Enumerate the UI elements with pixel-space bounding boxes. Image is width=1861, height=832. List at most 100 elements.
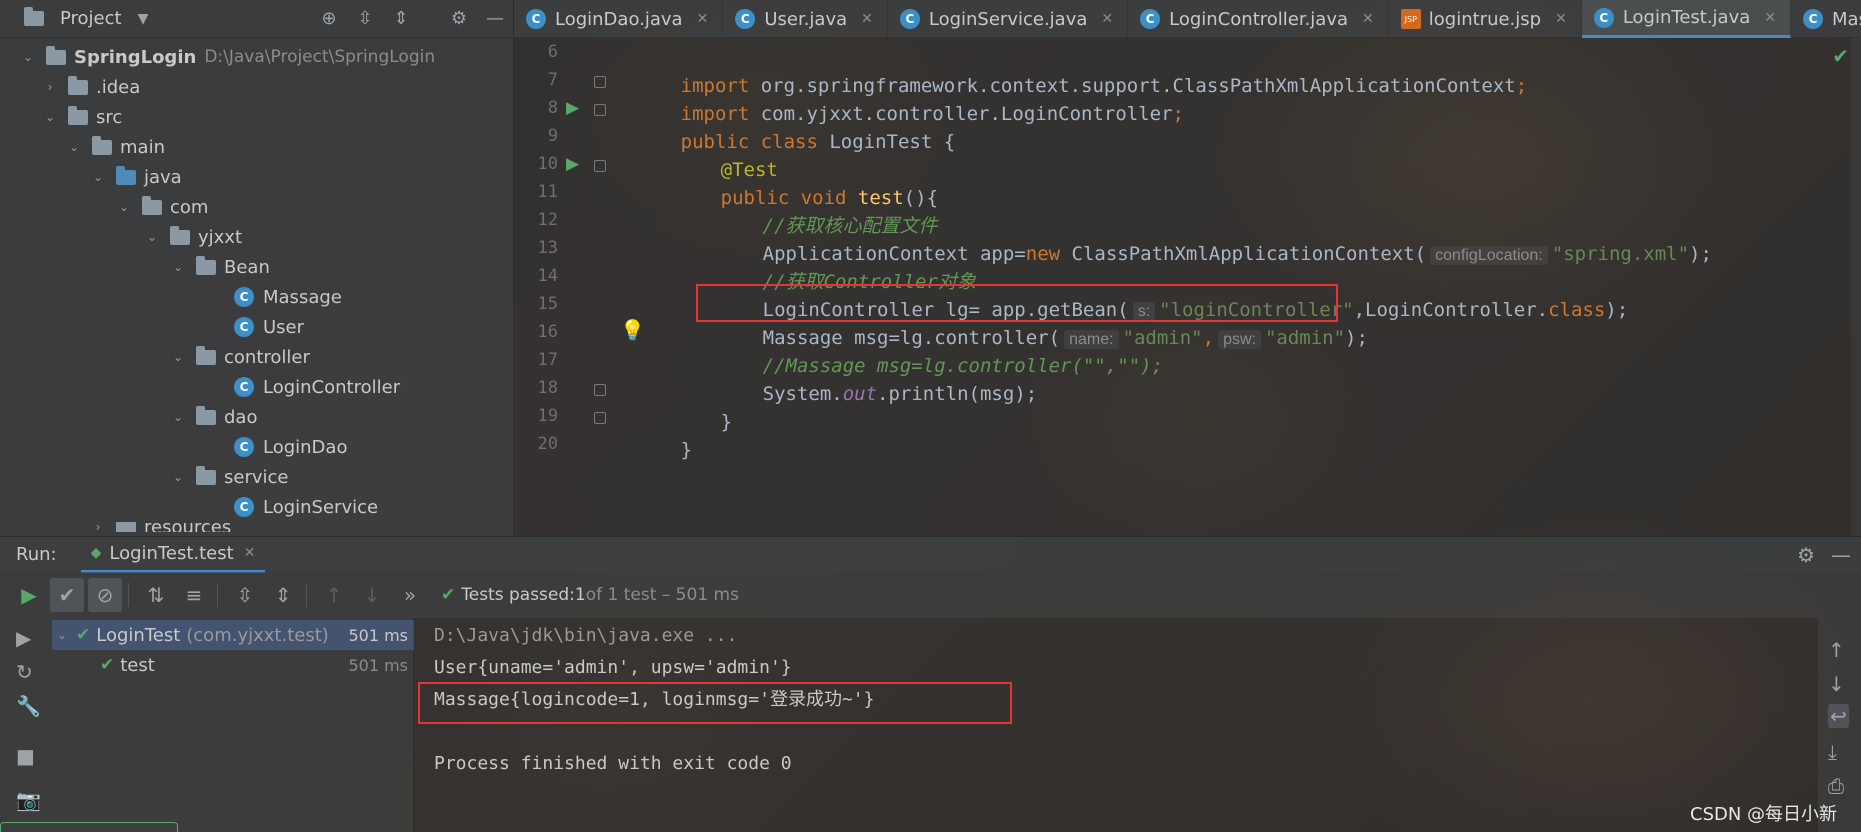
- tree-item-logincontroller[interactable]: C LoginController: [0, 372, 513, 402]
- tab-user[interactable]: C User.java ✕: [723, 0, 888, 38]
- chevron-down-icon[interactable]: ⌄: [144, 230, 160, 244]
- tree-item-java[interactable]: ⌄ java: [0, 162, 513, 192]
- arrow-down-icon[interactable]: ↓: [1828, 672, 1845, 696]
- chevron-right-icon[interactable]: ›: [42, 80, 58, 94]
- fold-icon[interactable]: [594, 160, 606, 172]
- arrow-up-icon[interactable]: ↑: [1828, 638, 1845, 662]
- collapse-all-icon[interactable]: ⇕: [389, 6, 413, 30]
- chevron-down-icon[interactable]: ⌄: [170, 410, 186, 424]
- tree-item-springlogin[interactable]: ⌄ SpringLogin D:\Java\Project\SpringLogi…: [0, 42, 513, 72]
- tree-item-resources[interactable]: › resources: [0, 522, 513, 532]
- run-gutter-icon[interactable]: ▶: [566, 154, 588, 176]
- sort-alpha-icon[interactable]: ⇅: [139, 578, 173, 612]
- next-failed-icon[interactable]: ↓: [355, 578, 389, 612]
- minimize-icon[interactable]: —: [483, 6, 507, 30]
- tree-item-com[interactable]: ⌄ com: [0, 192, 513, 222]
- console-line: Process finished with exit code 0: [434, 753, 792, 774]
- class-icon: C: [735, 9, 756, 29]
- close-icon[interactable]: ✕: [1362, 11, 1374, 27]
- camera-icon[interactable]: 📷: [16, 788, 41, 812]
- tree-item-main[interactable]: ⌄ main: [0, 132, 513, 162]
- chevron-down-icon[interactable]: ⌄: [20, 50, 36, 64]
- tab-logintrue-jsp[interactable]: JSP logintrue.jsp ✕: [1389, 0, 1582, 38]
- inspection-ok-icon[interactable]: ✔: [1832, 44, 1849, 68]
- tree-item-loginservice[interactable]: C LoginService: [0, 492, 513, 522]
- tab-massage[interactable]: C Massag: [1791, 0, 1861, 38]
- console-output[interactable]: D:\Java\jdk\bin\java.exe ... User{uname=…: [414, 618, 1818, 832]
- tree-item-yjxxt[interactable]: ⌄ yjxxt: [0, 222, 513, 252]
- close-icon[interactable]: ✕: [244, 545, 256, 561]
- show-passed-icon[interactable]: ✔: [50, 578, 84, 612]
- chevron-right-icon[interactable]: ›: [90, 522, 106, 532]
- lightbulb-icon[interactable]: 💡: [620, 318, 645, 342]
- chevron-down-icon[interactable]: ⌄: [170, 260, 186, 274]
- close-icon[interactable]: ✕: [697, 11, 709, 27]
- tab-logindao[interactable]: C LoginDao.java ✕: [514, 0, 724, 38]
- fold-icon[interactable]: [594, 412, 606, 424]
- sort-duration-icon[interactable]: ≡: [177, 578, 211, 612]
- tab-loginservice[interactable]: C LoginService.java ✕: [888, 0, 1129, 38]
- tree-item-logindao[interactable]: C LoginDao: [0, 432, 513, 462]
- more-icon[interactable]: »: [393, 578, 427, 612]
- editor-scrollbar[interactable]: [1851, 38, 1861, 536]
- chevron-down-icon[interactable]: ⌄: [170, 470, 186, 484]
- collapse-all-icon[interactable]: ⇕: [266, 578, 300, 612]
- status-widget[interactable]: [0, 822, 178, 832]
- test-row-test[interactable]: ✔ test 501 ms: [52, 650, 414, 680]
- expand-all-icon[interactable]: ⇳: [228, 578, 262, 612]
- close-icon[interactable]: ✕: [1764, 10, 1776, 26]
- rerun-failed-icon[interactable]: ↻: [16, 660, 33, 684]
- chevron-down-icon[interactable]: ▼: [138, 11, 149, 27]
- chevron-down-icon[interactable]: ⌄: [170, 350, 186, 364]
- wrench-icon[interactable]: 🔧: [16, 694, 41, 718]
- expand-all-icon[interactable]: ⇳: [353, 6, 377, 30]
- gear-icon[interactable]: ⚙: [447, 6, 471, 30]
- tree-item-service[interactable]: ⌄ service: [0, 462, 513, 492]
- tree-item-bean[interactable]: ⌄ Bean: [0, 252, 513, 282]
- chevron-down-icon[interactable]: ⌄: [52, 628, 72, 642]
- line-number: 17: [537, 350, 558, 370]
- chevron-down-icon[interactable]: ⌄: [66, 140, 82, 154]
- tree-item-src[interactable]: ⌄ src: [0, 102, 513, 132]
- tree-item-idea[interactable]: › .idea: [0, 72, 513, 102]
- locate-icon[interactable]: ⊕: [317, 6, 341, 30]
- tree-item-dao[interactable]: ⌄ dao: [0, 402, 513, 432]
- tab-run-logintest[interactable]: ◆ LoginTest.test ✕: [80, 537, 266, 573]
- tree-item-massage[interactable]: C Massage: [0, 282, 513, 312]
- test-row-logintest[interactable]: ⌄ ✔ LoginTest (com.yjxxt.test) 501 ms: [52, 620, 414, 650]
- tree-item-label: com: [170, 196, 209, 218]
- check-icon: ✔: [76, 625, 91, 645]
- tree-item-controller[interactable]: ⌄ controller: [0, 342, 513, 372]
- scroll-to-end-icon[interactable]: ⤓: [1828, 740, 1837, 764]
- previous-failed-icon[interactable]: ↑: [317, 578, 351, 612]
- print-icon[interactable]: ⎙: [1828, 774, 1844, 798]
- minimize-icon[interactable]: —: [1831, 543, 1851, 567]
- gear-icon[interactable]: ⚙: [1797, 543, 1815, 567]
- run-gutter-icon[interactable]: ▶: [566, 98, 588, 120]
- fold-icon[interactable]: [594, 76, 606, 88]
- chevron-down-icon[interactable]: ⌄: [90, 170, 106, 184]
- soft-wrap-icon[interactable]: ↩: [1828, 704, 1849, 728]
- code-line: System.out.println(msg);: [694, 346, 1038, 405]
- show-ignored-icon[interactable]: ⊘: [88, 578, 122, 612]
- code-editor[interactable]: 6 7 8 9 10 11 12 13 14 15 16 17 18 19 20…: [514, 38, 1861, 536]
- close-icon[interactable]: ✕: [861, 11, 873, 27]
- project-title[interactable]: Project: [60, 8, 122, 29]
- tree-item-user[interactable]: C User: [0, 312, 513, 342]
- close-icon[interactable]: ✕: [1101, 11, 1113, 27]
- fold-icon[interactable]: [594, 104, 606, 116]
- tab-logintest[interactable]: C LoginTest.java ✕: [1581, 0, 1792, 38]
- class-icon: C: [1803, 9, 1824, 29]
- rerun-icon[interactable]: ▶: [12, 578, 46, 612]
- stop-icon[interactable]: ■: [16, 744, 35, 768]
- project-tree: ⌄ SpringLogin D:\Java\Project\SpringLogi…: [0, 38, 513, 532]
- tab-logincontroller[interactable]: C LoginController.java ✕: [1128, 0, 1389, 38]
- chevron-down-icon[interactable]: ⌄: [116, 200, 132, 214]
- run-icon[interactable]: ▶: [16, 626, 31, 650]
- run-label: Run:: [16, 544, 57, 565]
- chevron-down-icon[interactable]: ⌄: [42, 110, 58, 124]
- close-icon[interactable]: ✕: [1555, 11, 1567, 27]
- fold-icon[interactable]: [594, 384, 606, 396]
- tree-item-label: LoginController: [263, 376, 401, 398]
- console-line: User{uname='admin', upsw='admin'}: [434, 657, 792, 678]
